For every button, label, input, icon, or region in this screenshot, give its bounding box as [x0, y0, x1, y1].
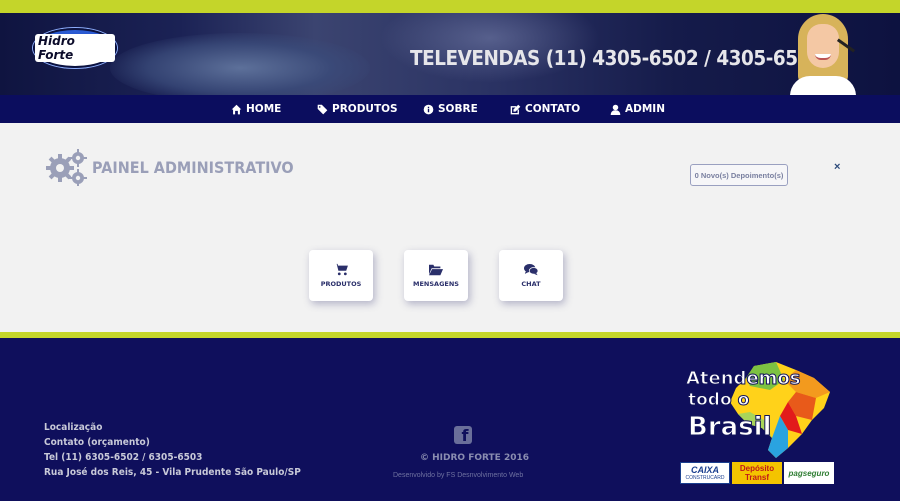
banner-line-1: Atendemos — [686, 368, 801, 390]
pool-background — [110, 33, 370, 95]
nav-sobre-label: SOBRE — [438, 103, 478, 115]
tile-produtos-label: PRODUTOS — [320, 280, 362, 288]
close-icon[interactable]: × — [834, 161, 844, 173]
address-line: Rua José dos Reis, 45 - Vila Prudente Sã… — [44, 467, 301, 478]
developer-credit[interactable]: Desenvolvido by FS Desnvolvimento Web — [393, 472, 523, 479]
nav-admin-label: ADMIN — [625, 103, 665, 115]
info-icon — [423, 104, 434, 114]
atendemos-brasil-banner: Atendemos todo o Brasil — [684, 358, 834, 460]
deposito-transf-logo: Depósito Transf — [732, 462, 782, 484]
nav-admin[interactable]: ADMIN — [610, 95, 665, 123]
main-navbar: HOME PRODUTOS SOBRE CONTATO ADMIN — [0, 95, 900, 123]
nav-produtos-label: PRODUTOS — [332, 103, 398, 115]
phone-line: Tel (11) 6305-6502 / 6305-6503 — [44, 452, 203, 463]
folder-open-icon — [429, 264, 443, 276]
tile-mensagens[interactable]: MENSAGENS — [404, 250, 468, 301]
logo-text: Hidro Forte — [35, 34, 115, 62]
gears-icon — [46, 149, 87, 186]
nav-sobre[interactable]: SOBRE — [423, 95, 478, 123]
tile-chat-label: CHAT — [521, 280, 541, 288]
pagseguro-logo: pagseguro — [784, 462, 834, 484]
banner-line-3: Brasil — [687, 412, 772, 443]
user-icon — [610, 104, 621, 115]
cart-icon — [334, 263, 348, 276]
contact-line: Contato (orçamento) — [44, 437, 150, 448]
nav-home-label: HOME — [246, 103, 282, 115]
tile-mensagens-label: MENSAGENS — [413, 280, 459, 288]
top-accent-strip — [0, 0, 900, 13]
tags-icon — [317, 104, 328, 114]
nav-produtos[interactable]: PRODUTOS — [317, 95, 398, 123]
footer-location: Localização Contato (orçamento) Tel (11)… — [44, 420, 329, 480]
tile-chat[interactable]: CHAT — [499, 250, 563, 301]
caixa-construcard-logo: CAIXA CONSTRUCARD — [680, 462, 730, 484]
location-heading: Localização — [44, 422, 103, 433]
payment-methods: CAIXA CONSTRUCARD Depósito Transf pagseg… — [680, 462, 834, 484]
site-logo[interactable]: Hidro Forte — [33, 28, 117, 68]
copyright-text: © HIDRO FORTE 2016 — [420, 453, 529, 463]
new-testimonials-button[interactable]: 0 Novo(s) Depoimento(s) — [690, 164, 788, 186]
chat-icon — [524, 263, 538, 276]
call-center-agent-image — [790, 14, 856, 95]
nav-contato[interactable]: CONTATO — [510, 95, 580, 123]
tile-produtos[interactable]: PRODUTOS — [309, 250, 373, 301]
edit-icon — [510, 104, 521, 114]
nav-contato-label: CONTATO — [525, 103, 581, 115]
televendas-phone: TELEVENDAS (11) 4305-6502 / 4305-6503 — [410, 46, 823, 70]
facebook-icon[interactable]: f — [454, 426, 472, 444]
page-title-text: PAINEL ADMINISTRATIVO — [92, 157, 294, 177]
banner-line-2: todo o — [687, 390, 750, 411]
nav-home[interactable]: HOME — [231, 95, 281, 123]
home-icon — [231, 104, 242, 114]
page-title: PAINEL ADMINISTRATIVO — [46, 148, 316, 186]
